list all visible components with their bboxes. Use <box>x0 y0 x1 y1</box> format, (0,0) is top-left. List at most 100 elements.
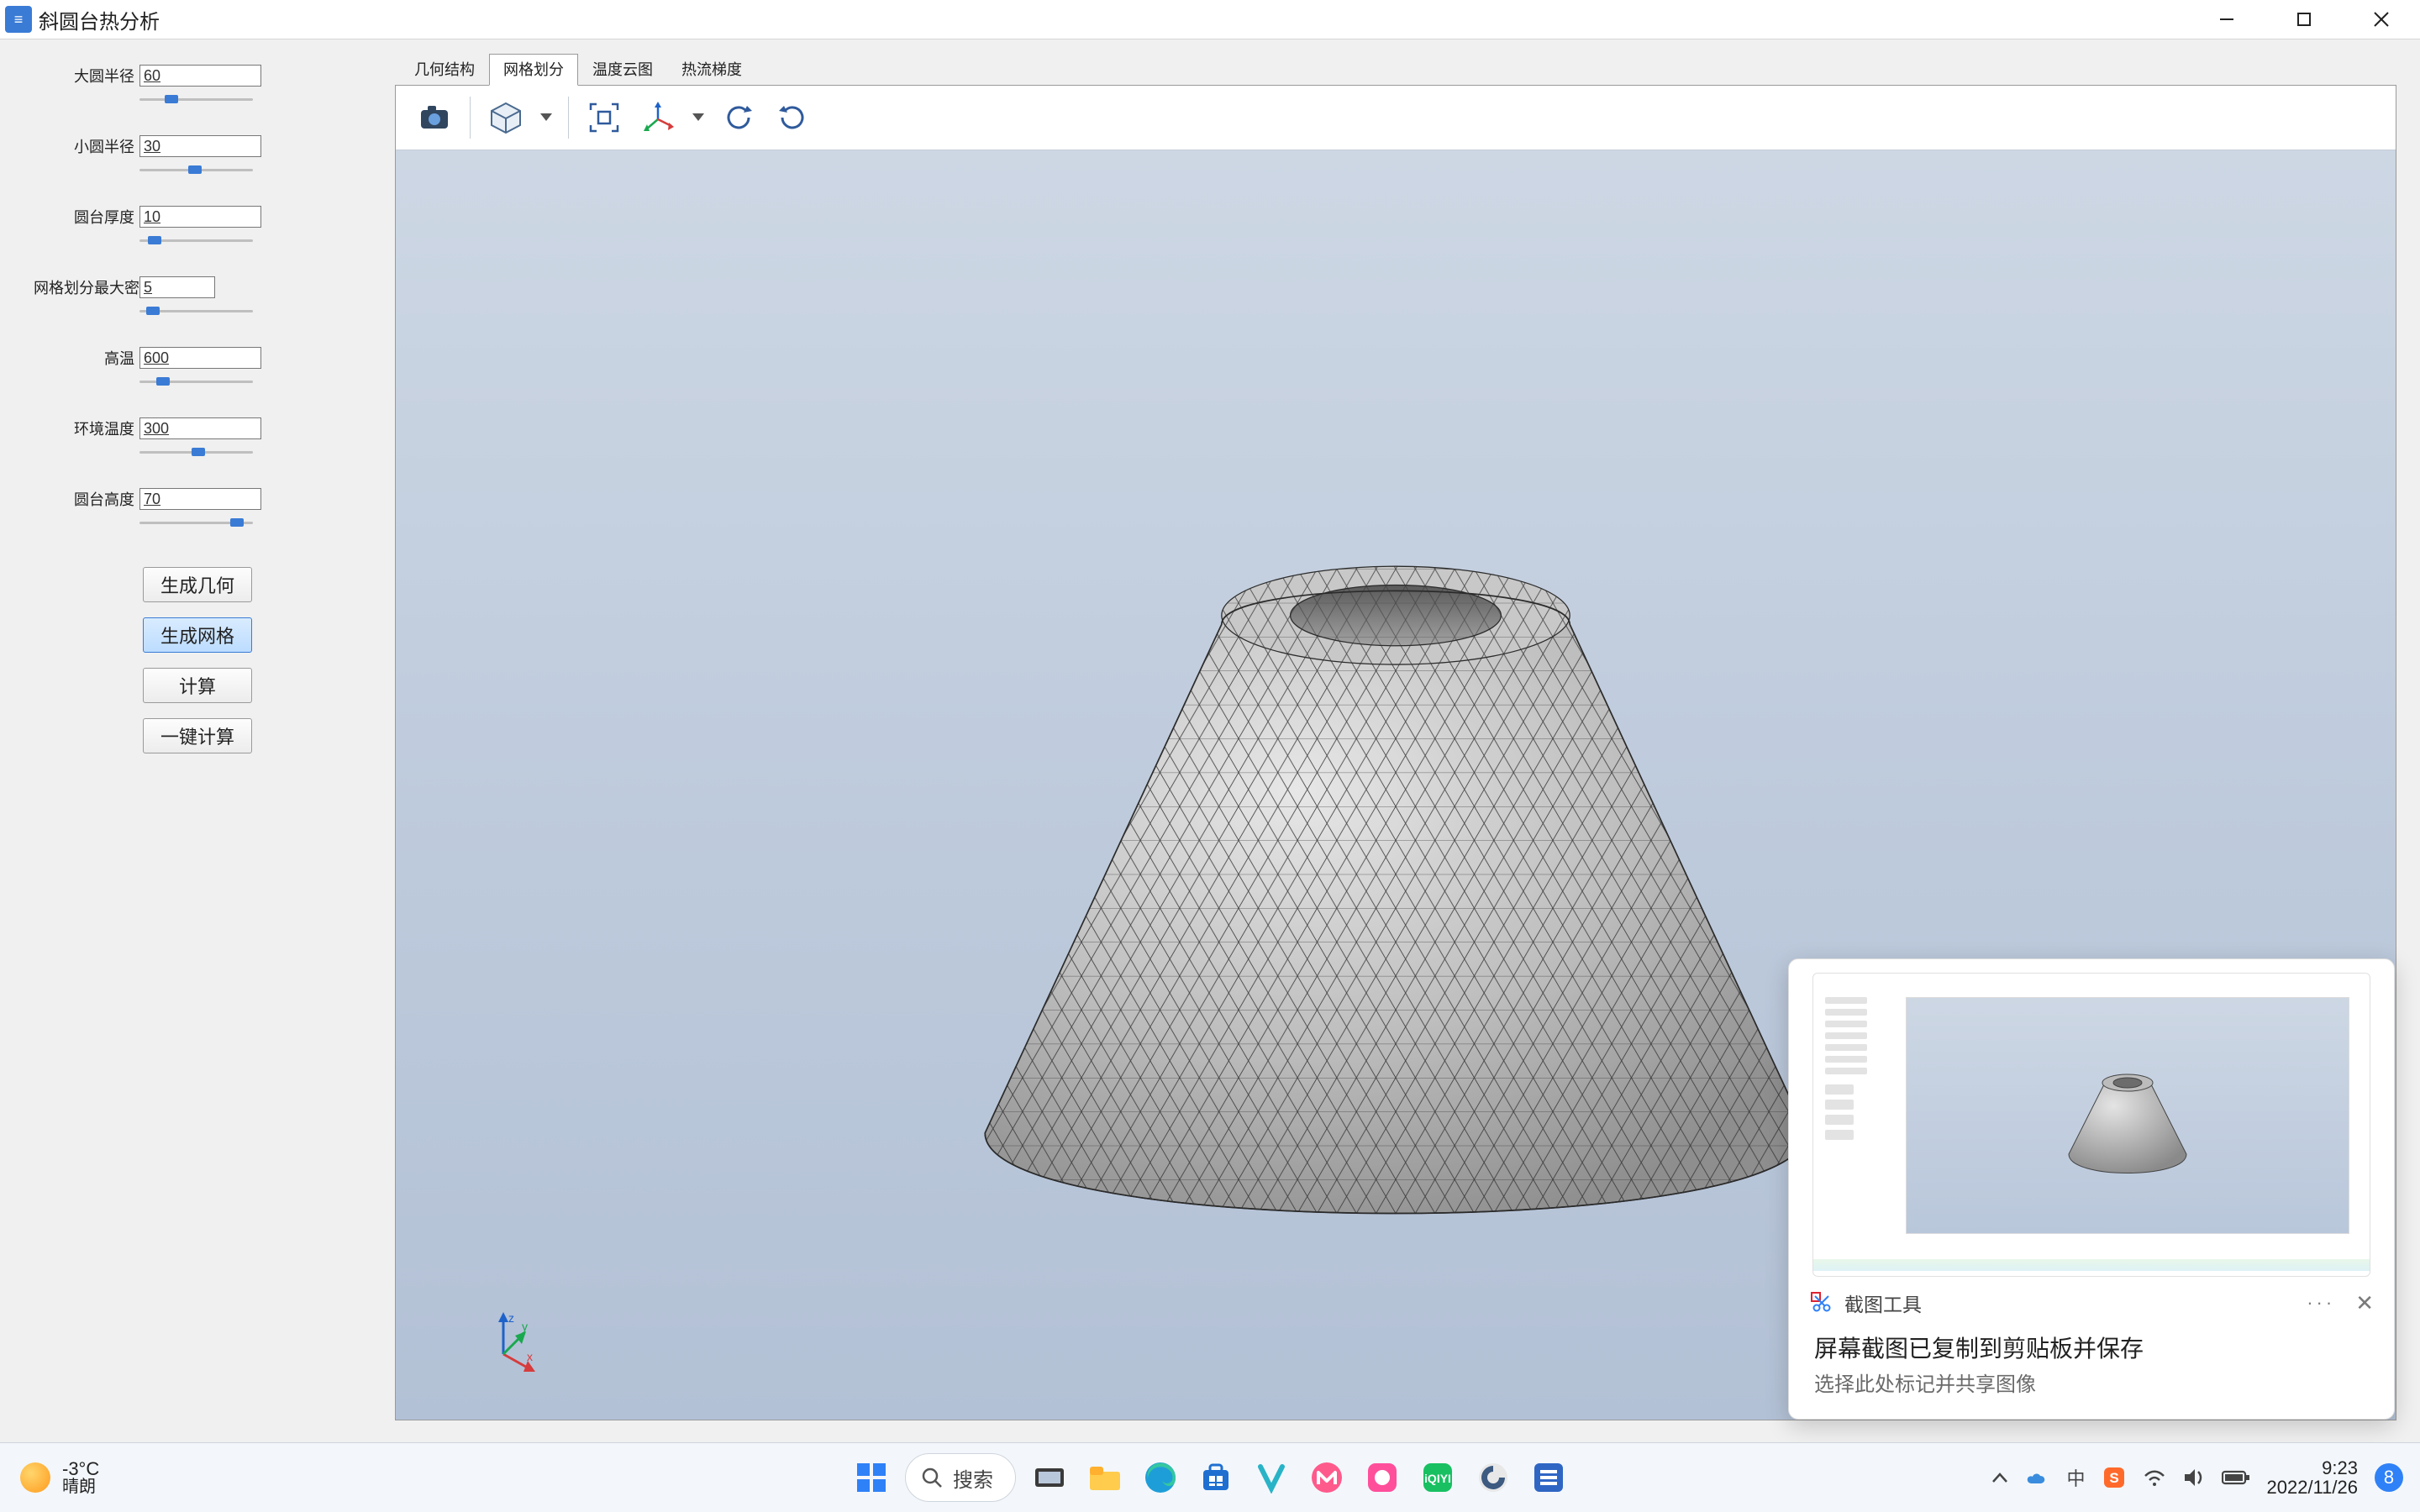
search-placeholder: 搜索 <box>953 1463 993 1493</box>
param-slider-ambient-temp[interactable] <box>139 449 253 456</box>
cube-view-dropdown-icon[interactable] <box>538 96 555 139</box>
app-icon-m[interactable] <box>1305 1456 1349 1499</box>
notification-app-name: 截图工具 <box>1844 1289 1922 1317</box>
param-label: 圆台厚度 <box>34 206 134 228</box>
param-label: 圆台高度 <box>34 488 134 510</box>
svg-text:S: S <box>2109 1470 2118 1486</box>
svg-text:y: y <box>522 1320 528 1333</box>
notification-preview[interactable] <box>1812 973 2370 1277</box>
axis-dropdown-icon[interactable] <box>690 96 707 139</box>
rotate-cw-icon[interactable] <box>717 96 760 139</box>
current-app-icon[interactable] <box>1527 1456 1570 1499</box>
param-label: 大圆半径 <box>34 65 134 87</box>
store-icon[interactable] <box>1194 1456 1238 1499</box>
viewport-toolbar <box>396 86 2396 150</box>
app-icon: ≡ <box>5 6 32 33</box>
notification-subtitle: 选择此处标记并共享图像 <box>1814 1368 2370 1397</box>
generate-geometry-button[interactable]: 生成几何 <box>143 567 252 602</box>
axis-triad-icon: z x y <box>480 1310 530 1361</box>
app-icon-pink[interactable] <box>1360 1456 1404 1499</box>
taskbar-center: 搜索 iQIYI <box>850 1453 1570 1502</box>
param-slider-mesh-density[interactable] <box>139 308 253 315</box>
snipping-tool-notification[interactable]: 截图工具 ··· ✕ 屏幕截图已复制到剪贴板并保存 选择此处标记并共享图像 <box>1788 958 2395 1420</box>
weather-condition: 晴朗 <box>62 1478 99 1496</box>
wifi-icon[interactable] <box>2143 1468 2166 1487</box>
param-input-high-temp[interactable] <box>139 347 261 369</box>
param-mesh-density: 网格划分最大密度 <box>34 276 361 298</box>
edge-icon[interactable] <box>1139 1456 1182 1499</box>
onedrive-icon[interactable] <box>2025 1468 2050 1487</box>
view-tabs: 几何结构 网格划分 温度云图 热流梯度 <box>395 53 2396 85</box>
tray-date: 2022/11/26 <box>2267 1478 2358 1497</box>
compute-button[interactable]: 计算 <box>143 668 252 703</box>
param-slider-high-temp[interactable] <box>139 379 253 386</box>
maximize-button[interactable] <box>2265 0 2343 39</box>
close-button[interactable] <box>2343 0 2420 39</box>
taskbar-search[interactable]: 搜索 <box>905 1453 1016 1502</box>
screenshot-icon[interactable] <box>413 96 456 139</box>
param-label: 网格划分最大密度 <box>34 276 134 298</box>
window-controls <box>2188 0 2420 39</box>
start-button[interactable] <box>850 1456 893 1499</box>
generate-mesh-button[interactable]: 生成网格 <box>143 617 252 653</box>
param-large-radius: 大圆半径 <box>34 65 361 87</box>
param-cone-height: 圆台高度 <box>34 488 361 510</box>
rotate-ccw-icon[interactable] <box>771 96 814 139</box>
axis-orientation-icon[interactable] <box>636 96 680 139</box>
title-bar: ≡ 斜圆台热分析 <box>0 0 2420 39</box>
param-label: 小圆半径 <box>34 135 134 157</box>
param-label: 环境温度 <box>34 417 134 439</box>
param-input-thickness[interactable] <box>139 206 261 228</box>
toolbar-separator <box>470 97 471 139</box>
task-view-icon[interactable] <box>1028 1456 1071 1499</box>
window-title: 斜圆台热分析 <box>39 5 160 34</box>
app-icon-swirl[interactable] <box>1471 1456 1515 1499</box>
search-icon <box>921 1467 943 1488</box>
notification-more-icon[interactable]: ··· <box>2307 1292 2335 1314</box>
param-input-mesh-density[interactable] <box>139 276 215 298</box>
svg-text:z: z <box>508 1311 514 1325</box>
tab-temperature-cloud[interactable]: 温度云图 <box>578 54 667 86</box>
param-input-ambient-temp[interactable] <box>139 417 261 439</box>
notification-count-badge[interactable]: 8 <box>2375 1463 2403 1492</box>
param-slider-thickness[interactable] <box>139 238 253 244</box>
cube-view-icon[interactable] <box>484 96 528 139</box>
param-input-cone-height[interactable] <box>139 488 261 510</box>
system-tray: 中 S 9:23 2022/11/26 8 <box>1991 1458 2404 1497</box>
explorer-icon[interactable] <box>1083 1456 1127 1499</box>
mini-cone-icon <box>2052 1058 2203 1184</box>
tab-mesh[interactable]: 网格划分 <box>489 54 578 86</box>
param-input-small-radius[interactable] <box>139 135 261 157</box>
param-label: 高温 <box>34 347 134 369</box>
param-small-radius: 小圆半径 <box>34 135 361 157</box>
tray-clock[interactable]: 9:23 2022/11/26 <box>2267 1458 2358 1497</box>
sun-icon <box>20 1462 50 1493</box>
notification-title: 屏幕截图已复制到剪贴板并保存 <box>1814 1331 2370 1364</box>
svg-text:iQIYI: iQIYI <box>1424 1472 1451 1485</box>
param-slider-cone-height[interactable] <box>139 520 253 527</box>
iqiyi-icon[interactable]: iQIYI <box>1416 1456 1460 1499</box>
param-ambient-temp: 环境温度 <box>34 417 361 439</box>
notification-close-icon[interactable]: ✕ <box>2355 1290 2374 1316</box>
minimize-button[interactable] <box>2188 0 2265 39</box>
tray-chevron-icon[interactable] <box>1991 1472 2008 1483</box>
app-icon-v[interactable] <box>1249 1456 1293 1499</box>
param-slider-small-radius[interactable] <box>139 167 253 174</box>
param-slider-large-radius[interactable] <box>139 97 253 103</box>
fit-view-icon[interactable] <box>582 96 626 139</box>
param-thickness: 圆台厚度 <box>34 206 361 228</box>
tab-heat-flux-gradient[interactable]: 热流梯度 <box>667 54 756 86</box>
windows-taskbar: -3°C 晴朗 搜索 i <box>0 1442 2420 1512</box>
sogou-icon[interactable]: S <box>2102 1466 2126 1489</box>
tab-geometry[interactable]: 几何结构 <box>400 54 489 86</box>
volume-icon[interactable] <box>2183 1467 2205 1488</box>
svg-text:x: x <box>527 1350 533 1363</box>
toolbar-separator <box>568 97 569 139</box>
param-input-large-radius[interactable] <box>139 65 261 87</box>
one-click-compute-button[interactable]: 一键计算 <box>143 718 252 753</box>
weather-widget[interactable]: -3°C 晴朗 <box>20 1459 99 1496</box>
weather-temp: -3°C <box>62 1459 99 1478</box>
ime-indicator[interactable]: 中 <box>2067 1464 2086 1491</box>
param-high-temp: 高温 <box>34 347 361 369</box>
battery-icon[interactable] <box>2222 1469 2250 1486</box>
